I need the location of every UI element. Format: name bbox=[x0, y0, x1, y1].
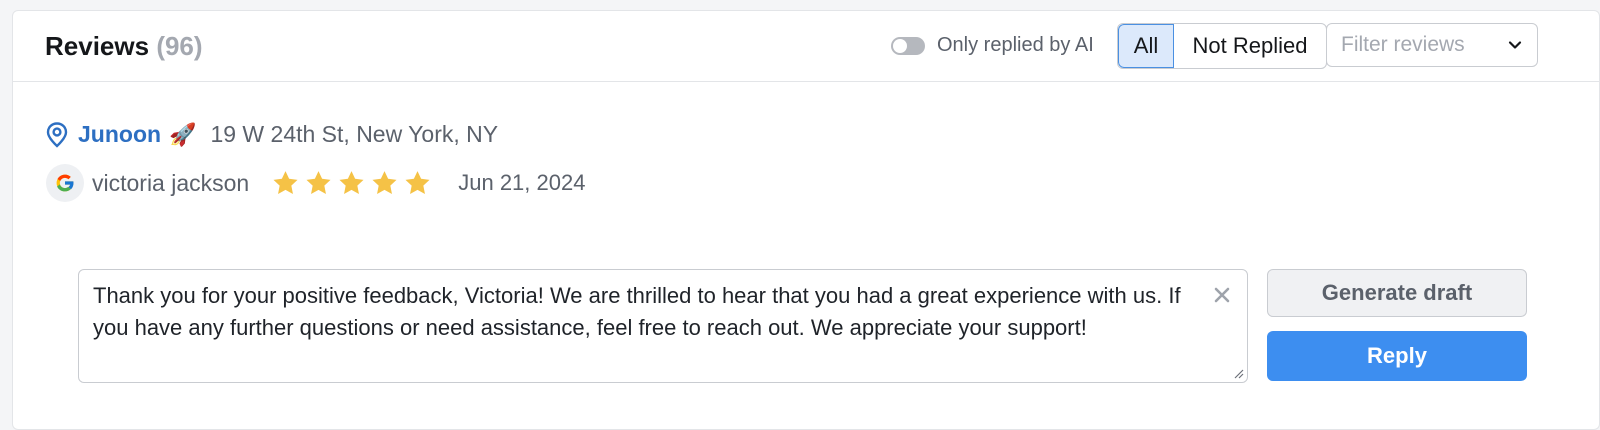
star-icon bbox=[372, 171, 397, 194]
reviews-card: Reviews (96) Only replied by AI All Not … bbox=[12, 10, 1600, 430]
location-name-link[interactable]: Junoon bbox=[78, 121, 161, 148]
generate-draft-button[interactable]: Generate draft bbox=[1267, 269, 1527, 317]
star-icon bbox=[273, 171, 298, 194]
review-meta-row: victoria jackson Jun 21, 2024 bbox=[46, 164, 585, 202]
ai-replied-toggle[interactable] bbox=[891, 36, 925, 55]
filter-placeholder: Filter reviews bbox=[1341, 33, 1465, 56]
location-row: Junoon 🚀 19 W 24th St, New York, NY bbox=[46, 121, 498, 148]
reviews-header: Reviews (96) Only replied by AI All Not … bbox=[13, 11, 1599, 82]
reply-button[interactable]: Reply bbox=[1267, 331, 1527, 381]
location-address: 19 W 24th St, New York, NY bbox=[210, 121, 499, 147]
review-date: Jun 21, 2024 bbox=[458, 170, 586, 195]
rocket-emoji: 🚀 bbox=[169, 121, 197, 147]
segment-all[interactable]: All bbox=[1118, 24, 1174, 68]
clear-icon[interactable] bbox=[1211, 284, 1233, 306]
chevron-down-icon bbox=[1508, 41, 1522, 49]
ai-replied-toggle-label[interactable]: Only replied by AI bbox=[937, 34, 1094, 57]
google-source-badge bbox=[46, 164, 84, 202]
star-icon bbox=[405, 171, 430, 194]
star-icon bbox=[339, 171, 364, 194]
reviewer-name: victoria jackson bbox=[92, 169, 250, 196]
review-count: (96) bbox=[156, 31, 203, 61]
title-text: Reviews bbox=[45, 31, 150, 61]
toggle-knob bbox=[893, 38, 907, 53]
location-pin-icon bbox=[46, 121, 68, 148]
resize-handle-icon[interactable] bbox=[1232, 367, 1244, 379]
star-rating bbox=[271, 169, 432, 197]
reply-filter-segmented: All Not Replied bbox=[1117, 23, 1327, 69]
segment-not-replied[interactable]: Not Replied bbox=[1174, 24, 1326, 68]
page-title: Reviews (96) bbox=[45, 31, 203, 62]
google-icon bbox=[56, 174, 74, 192]
reply-text: Thank you for your positive feedback, Vi… bbox=[93, 283, 1181, 340]
ai-replied-toggle-group: Only replied by AI bbox=[891, 34, 1094, 57]
star-icon bbox=[306, 171, 331, 194]
filter-reviews-dropdown[interactable]: Filter reviews bbox=[1326, 23, 1538, 67]
reply-textarea[interactable]: Thank you for your positive feedback, Vi… bbox=[78, 269, 1248, 383]
